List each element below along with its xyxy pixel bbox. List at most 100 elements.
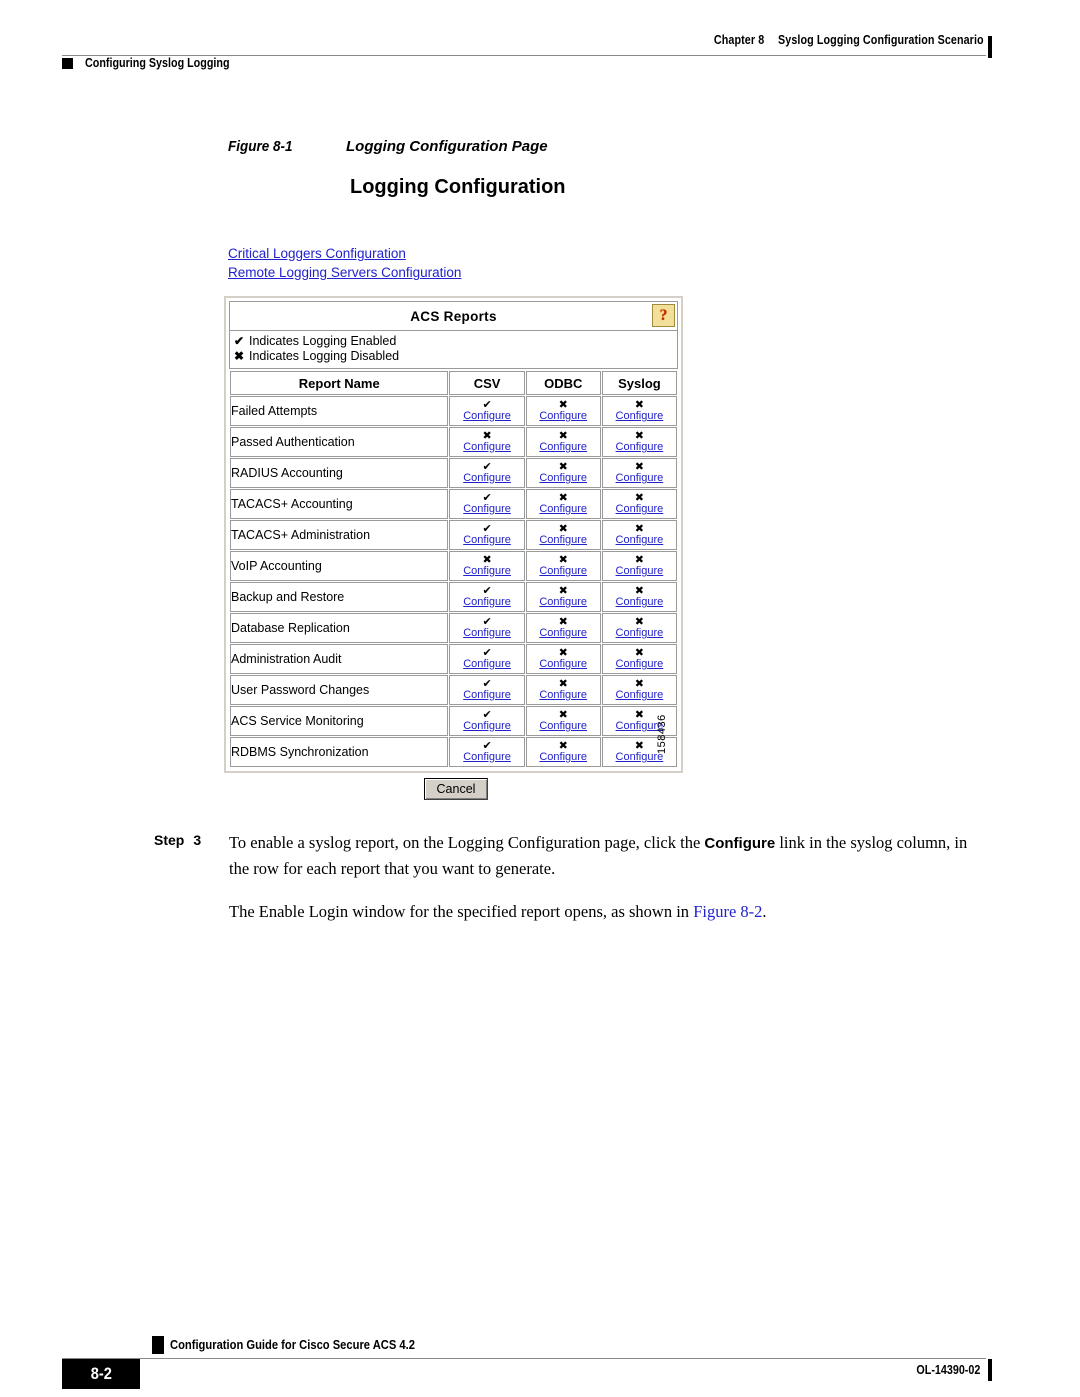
configure-link-odbc[interactable]: Configure <box>527 596 600 609</box>
report-name-cell: RDBMS Synchronization <box>230 737 449 767</box>
table-row: VoIP Accounting ✖ Configure ✖ Configure ✖ Conf… <box>230 551 677 581</box>
configure-link-odbc[interactable]: Configure <box>527 627 600 640</box>
configure-link-csv[interactable]: Configure <box>450 689 523 702</box>
configure-link-odbc[interactable]: Configure <box>527 565 600 578</box>
status-cell-syslog: ✖ Configure <box>601 458 677 488</box>
cross-icon: ✖ <box>634 646 644 659</box>
cross-icon: ✖ <box>558 615 568 628</box>
link-remote-logging-servers-configuration[interactable]: Remote Logging Servers Configuration <box>228 263 461 282</box>
table-header-row: Report Name CSV ODBC Syslog <box>230 371 677 395</box>
figure-number: Figure 8-1 <box>228 138 293 155</box>
legend-disabled-label: Indicates Logging Disabled <box>249 349 400 363</box>
configure-link-csv[interactable]: Configure <box>450 627 523 640</box>
xref-figure-8-2[interactable]: Figure 8-2 <box>693 902 762 921</box>
step-body-text: To enable a syslog report, on the Loggin… <box>229 830 984 881</box>
status-cell-odbc: ✖ Configure <box>525 396 601 426</box>
acs-reports-panel: ACS Reports ? ✔ Indicates Logging Enabled… <box>224 296 683 773</box>
configure-link-csv[interactable]: Configure <box>450 472 523 485</box>
status-cell-syslog: ✖ Configure <box>601 551 677 581</box>
table-row: Backup and Restore ✔ Configure ✖ Configure ✖ C… <box>230 582 677 612</box>
followup-text-part1: The Enable Login window for the specifie… <box>229 902 694 921</box>
cross-icon: ✖ <box>634 398 644 411</box>
check-icon: ✔ <box>482 708 492 721</box>
column-header-odbc: ODBC <box>525 371 601 395</box>
configure-link-syslog[interactable]: Configure <box>603 565 676 578</box>
legend-row-disabled: ✖ Indicates Logging Disabled <box>234 349 673 364</box>
configure-link-csv[interactable]: Configure <box>450 720 523 733</box>
status-cell-csv: ✔ Configure <box>449 520 525 550</box>
step-followup-text: The Enable Login window for the specifie… <box>229 899 984 924</box>
cross-icon: ✖ <box>482 429 492 442</box>
configure-link-csv[interactable]: Configure <box>450 410 523 423</box>
configure-link-csv[interactable]: Configure <box>450 441 523 454</box>
logging-configuration-title: Logging Configuration <box>350 176 566 198</box>
configure-link-odbc[interactable]: Configure <box>527 410 600 423</box>
check-icon: ✔ <box>482 491 492 504</box>
table-row: Administration Audit ✔ Configure ✖ Configure… <box>230 644 677 674</box>
cross-icon: ✖ <box>558 491 568 504</box>
table-row: Passed Authentication ✖ Configure ✖ Configur… <box>230 427 677 457</box>
status-cell-odbc: ✖ Configure <box>525 489 601 519</box>
status-cell-syslog: ✖ Configure <box>601 427 677 457</box>
configure-link-csv[interactable]: Configure <box>450 596 523 609</box>
followup-text-part2: . <box>762 902 767 921</box>
report-name-cell: RADIUS Accounting <box>230 458 449 488</box>
configure-link-syslog[interactable]: Configure <box>603 441 676 454</box>
configure-link-syslog[interactable]: Configure <box>603 627 676 640</box>
configure-link-syslog[interactable]: Configure <box>603 410 676 423</box>
configure-link-csv[interactable]: Configure <box>450 503 523 516</box>
report-name-cell: VoIP Accounting <box>230 551 449 581</box>
configure-link-csv[interactable]: Configure <box>450 751 523 764</box>
status-cell-odbc: ✖ Configure <box>525 706 601 736</box>
footer-bullet-icon <box>152 1336 164 1354</box>
link-critical-loggers-configuration[interactable]: Critical Loggers Configuration <box>228 244 461 263</box>
configure-link-csv[interactable]: Configure <box>450 658 523 671</box>
legend-row-enabled: ✔ Indicates Logging Enabled <box>234 334 673 349</box>
help-glyph: ? <box>659 306 668 324</box>
configure-link-syslog[interactable]: Configure <box>603 472 676 485</box>
configure-link-odbc[interactable]: Configure <box>527 720 600 733</box>
configure-link-csv[interactable]: Configure <box>450 565 523 578</box>
table-row: User Password Changes ✔ Configure ✖ Configur… <box>230 675 677 705</box>
header-chapter-title: Syslog Logging Configuration Scenario <box>778 33 984 47</box>
figure-caption: Figure 8-1 Logging Configuration Page <box>228 138 548 156</box>
configure-link-syslog[interactable]: Configure <box>603 503 676 516</box>
status-cell-csv: ✔ Configure <box>449 675 525 705</box>
configure-link-syslog[interactable]: Configure <box>603 689 676 702</box>
configure-link-odbc[interactable]: Configure <box>527 472 600 485</box>
footer-page-box: 8-2 <box>62 1359 140 1389</box>
step-bold-term: Configure <box>704 835 776 852</box>
configure-link-csv[interactable]: Configure <box>450 534 523 547</box>
configure-link-odbc[interactable]: Configure <box>527 441 600 454</box>
column-header-report-name: Report Name <box>230 371 449 395</box>
cross-icon: ✖ <box>558 646 568 659</box>
cross-icon: ✖ <box>634 615 644 628</box>
configure-link-syslog[interactable]: Configure <box>603 596 676 609</box>
acs-reports-table: Report Name CSV ODBC Syslog Failed Attem… <box>229 370 678 768</box>
report-name-cell: Administration Audit <box>230 644 449 674</box>
logging-legend: ✔ Indicates Logging Enabled ✖ Indicates Lo… <box>229 331 678 369</box>
configure-link-odbc[interactable]: Configure <box>527 503 600 516</box>
footer-rule <box>62 1358 986 1359</box>
cross-icon: ✖ <box>482 553 492 566</box>
status-cell-syslog: ✖ Configure <box>601 489 677 519</box>
table-row: Database Replication ✔ Configure ✖ Configure… <box>230 613 677 643</box>
configure-link-odbc[interactable]: Configure <box>527 689 600 702</box>
header-chapter-number: Chapter 8 <box>714 33 765 47</box>
configure-link-odbc[interactable]: Configure <box>527 658 600 671</box>
check-icon: ✔ <box>482 646 492 659</box>
configure-link-odbc[interactable]: Configure <box>527 751 600 764</box>
question-mark-icon[interactable]: ? <box>652 304 675 327</box>
step-text-part1: To enable a syslog report, on the Loggin… <box>229 833 705 852</box>
configure-link-odbc[interactable]: Configure <box>527 534 600 547</box>
table-row: ACS Service Monitoring ✔ Configure ✖ Configu… <box>230 706 677 736</box>
table-row: TACACS+ Administration ✔ Configure ✖ Configu… <box>230 520 677 550</box>
column-header-csv: CSV <box>449 371 525 395</box>
header-section-title: Configuring Syslog Logging <box>85 56 230 70</box>
cancel-button[interactable]: Cancel <box>424 778 488 800</box>
configure-link-syslog[interactable]: Configure <box>603 658 676 671</box>
cross-icon: ✖ <box>558 398 568 411</box>
check-icon: ✔ <box>482 677 492 690</box>
step-word: Step <box>154 832 185 848</box>
configure-link-syslog[interactable]: Configure <box>603 534 676 547</box>
